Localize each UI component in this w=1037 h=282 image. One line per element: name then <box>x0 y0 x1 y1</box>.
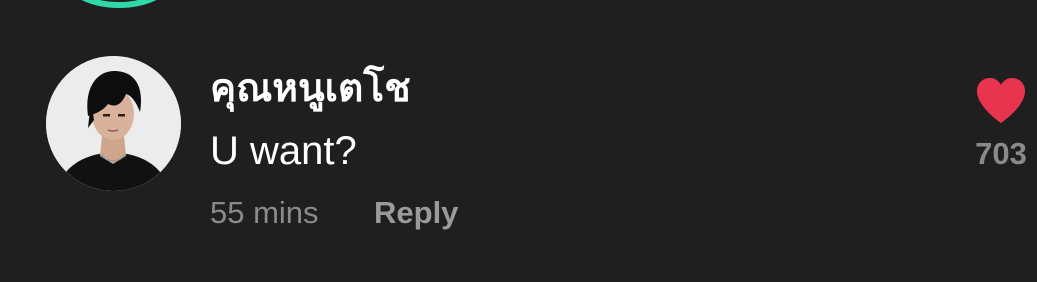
avatar[interactable] <box>46 56 181 191</box>
avatar-photo <box>46 56 181 191</box>
like-count: 703 <box>975 136 1027 171</box>
reply-button[interactable]: Reply <box>374 192 458 234</box>
comment-username[interactable]: คุณหนูเตโช <box>210 64 411 114</box>
comment-text: U want? <box>210 129 357 173</box>
like-button[interactable]: 703 <box>966 72 1036 182</box>
comment-timestamp: 55 mins <box>210 195 319 230</box>
comment-item: คุณหนูเตโช U want? 55 mins Reply 703 <box>0 0 1037 282</box>
heart-icon <box>977 78 1025 123</box>
